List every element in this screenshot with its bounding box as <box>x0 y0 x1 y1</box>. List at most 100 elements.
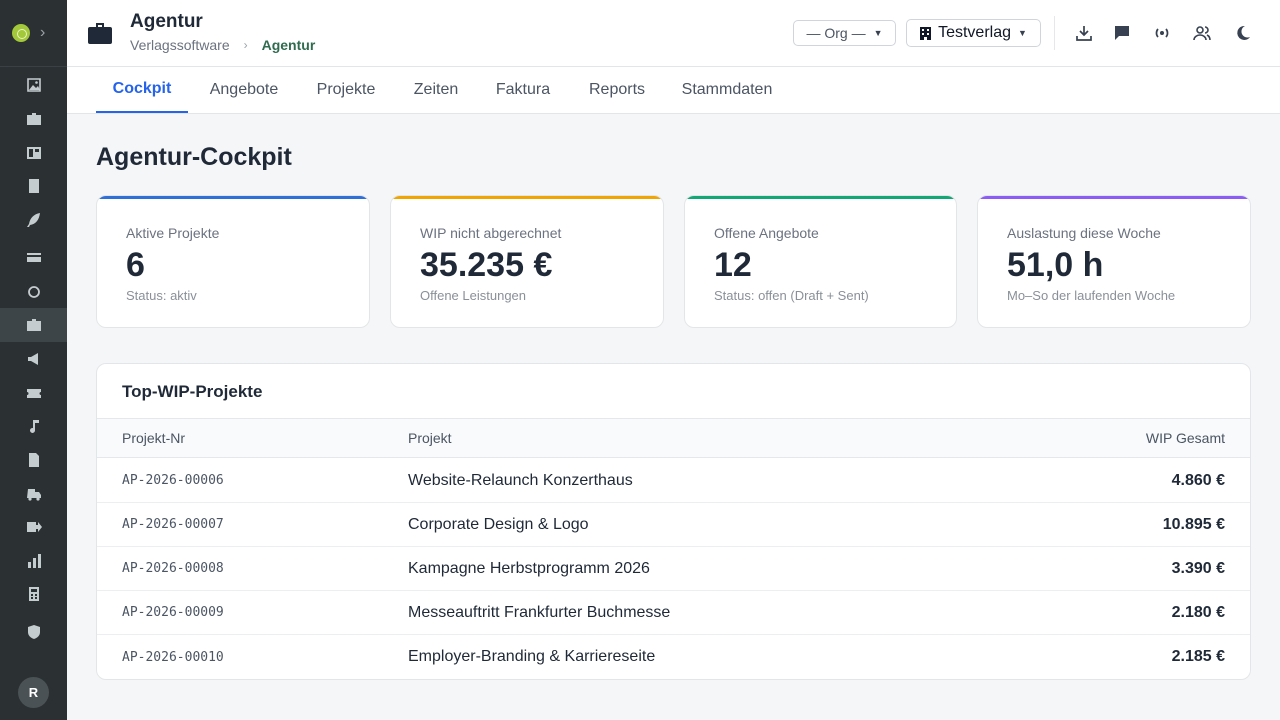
kpi-value: 35.235 € <box>420 246 553 284</box>
table-row[interactable]: AP-2026-00008 Kampagne Herbstprogramm 20… <box>97 547 1250 591</box>
kpi-card-open-offers: Offene Angebote 12 Status: offen (Draft … <box>684 195 957 328</box>
sidebar-item-authors[interactable] <box>0 203 67 237</box>
kpi-value: 6 <box>126 246 145 284</box>
sidebar-item-marketing[interactable] <box>0 342 67 376</box>
sidebar-item-accounting[interactable] <box>0 577 67 611</box>
avatar[interactable]: R <box>18 677 49 708</box>
wip-total: 10.895 € <box>1162 515 1225 533</box>
project-name: Corporate Design & Logo <box>408 515 589 533</box>
card-accent-bar <box>391 196 663 199</box>
top-wip-projects-table: Top-WIP-Projekte Projekt-Nr Projekt WIP … <box>96 363 1251 680</box>
app-logo-icon[interactable] <box>12 24 30 42</box>
export-icon <box>26 522 42 532</box>
caret-down-icon: ▼ <box>1018 28 1027 38</box>
table-row[interactable]: AP-2026-00006 Website-Relaunch Konzertha… <box>97 459 1250 503</box>
tab-faktura[interactable]: Faktura <box>487 67 559 113</box>
card-icon <box>26 253 41 262</box>
tab-zeiten[interactable]: Zeiten <box>405 67 467 113</box>
briefcase-icon <box>88 23 112 44</box>
sidebar-item-music[interactable] <box>0 409 67 443</box>
tab-cockpit[interactable]: Cockpit <box>96 67 188 113</box>
card-accent-bar <box>97 196 369 199</box>
wip-total: 4.860 € <box>1171 471 1225 489</box>
table-header: Projekt-Nr Projekt WIP Gesamt <box>97 418 1250 458</box>
table-title: Top-WIP-Projekte <box>122 382 263 401</box>
sidebar-item-books[interactable] <box>0 169 67 203</box>
publisher-select[interactable]: Testverlag ▼ <box>906 19 1041 47</box>
kpi-card-utilization: Auslastung diese Woche 51,0 h Mo–So der … <box>977 195 1251 328</box>
sidebar-item-security[interactable] <box>0 615 67 649</box>
chart-icon <box>27 554 41 568</box>
breadcrumb-separator: › <box>243 38 248 52</box>
tab-stammdaten[interactable]: Stammdaten <box>675 67 779 113</box>
download-button[interactable] <box>1073 22 1095 44</box>
project-number: AP-2026-00006 <box>122 473 224 488</box>
table-row[interactable]: AP-2026-00009 Messeauftritt Frankfurter … <box>97 591 1250 635</box>
calculator-icon <box>28 587 39 601</box>
kpi-subtitle: Status: aktiv <box>126 288 197 303</box>
project-number: AP-2026-00008 <box>122 561 224 576</box>
page-title: Agentur-Cockpit <box>96 143 292 171</box>
wip-total: 2.180 € <box>1171 603 1225 621</box>
sidebar-item-documents[interactable] <box>0 443 67 477</box>
sidebar-item-business[interactable] <box>0 102 67 136</box>
sidebar-item-agentur[interactable] <box>0 308 67 342</box>
sidebar-item-images[interactable] <box>0 68 67 102</box>
tab-projekte[interactable]: Projekte <box>307 67 385 113</box>
project-name: Employer-Branding & Karriereseite <box>408 648 656 665</box>
users-icon <box>1193 26 1211 41</box>
chevron-right-icon[interactable]: › <box>40 25 45 41</box>
page-header-title: Agentur <box>130 11 203 32</box>
kpi-card-active-projects: Aktive Projekte 6 Status: aktiv <box>96 195 370 328</box>
breadcrumb-item-agentur[interactable]: Agentur <box>262 37 316 53</box>
caret-down-icon: ▼ <box>873 28 883 38</box>
tab-angebote[interactable]: Angebote <box>197 67 291 113</box>
broadcast-button[interactable] <box>1151 22 1173 44</box>
project-number: AP-2026-00009 <box>122 605 224 620</box>
breadcrumb-item-verlagssoftware[interactable]: Verlagssoftware <box>130 37 230 53</box>
project-name: Messeauftritt Frankfurter Buchmesse <box>408 603 671 621</box>
document-icon <box>28 453 39 467</box>
moon-icon <box>1237 25 1250 40</box>
card-accent-bar <box>685 196 956 199</box>
column-header-wip-gesamt: WIP Gesamt <box>1145 430 1225 446</box>
sidebar-item-logistics[interactable] <box>0 477 67 511</box>
sidebar-item-sync[interactable] <box>0 275 67 309</box>
org-select[interactable]: — Org — ▼ <box>793 20 896 46</box>
wip-total: 2.185 € <box>1171 648 1225 665</box>
table-row[interactable]: AP-2026-00010 Employer-Branding & Karrie… <box>97 635 1250 679</box>
shield-icon <box>27 625 40 639</box>
kpi-label: WIP nicht abgerechnet <box>420 225 562 241</box>
truck-icon <box>26 489 41 501</box>
building-icon <box>920 26 932 40</box>
download-icon <box>1076 26 1092 41</box>
broadcast-icon <box>1155 28 1169 38</box>
sidebar-item-events[interactable] <box>0 376 67 410</box>
wip-total: 3.390 € <box>1171 559 1225 577</box>
agency-icon <box>26 319 41 331</box>
tab-reports[interactable]: Reports <box>579 67 655 113</box>
users-button[interactable] <box>1191 22 1213 44</box>
column-header-projekt: Projekt <box>408 430 452 446</box>
kpi-subtitle: Mo–So der laufenden Woche <box>1007 288 1176 303</box>
breadcrumb: Verlagssoftware › Agentur <box>130 37 315 53</box>
kpi-label: Aktive Projekte <box>126 225 220 241</box>
messages-button[interactable] <box>1111 22 1133 44</box>
refresh-icon <box>27 286 40 298</box>
sidebar-item-board[interactable] <box>0 136 67 170</box>
project-name: Website-Relaunch Konzerthaus <box>408 471 633 489</box>
column-header-projekt-nr: Projekt-Nr <box>122 430 186 446</box>
megaphone-icon <box>27 353 38 365</box>
table-row[interactable]: AP-2026-00007 Corporate Design & Logo 10… <box>97 503 1250 547</box>
project-name: Kampagne Herbstprogramm 2026 <box>408 559 650 577</box>
project-number: AP-2026-00007 <box>122 517 224 532</box>
book-icon <box>28 179 39 193</box>
sidebar-header[interactable]: › <box>0 0 67 67</box>
dark-mode-toggle[interactable] <box>1232 22 1254 44</box>
sidebar-item-payments[interactable] <box>0 240 67 274</box>
kpi-subtitle: Status: offen (Draft + Sent) <box>714 288 869 303</box>
publisher-select-value: Testverlag <box>938 24 1011 41</box>
sidebar-item-export[interactable] <box>0 510 67 544</box>
sidebar-item-analytics[interactable] <box>0 544 67 578</box>
music-icon <box>29 420 39 433</box>
